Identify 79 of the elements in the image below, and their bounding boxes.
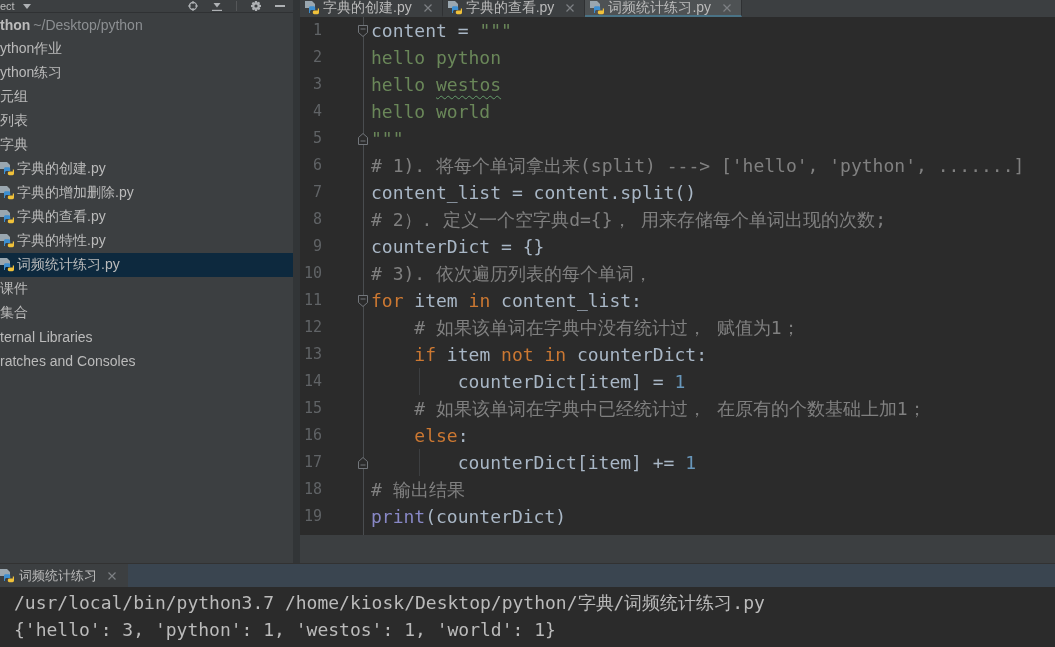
tree-item[interactable]: 课件 [0,277,30,301]
code-line: print(counterDict) [371,505,567,529]
python-file-icon [0,210,14,224]
code-line: hello westos [371,73,502,97]
run-tab[interactable]: 词频统计练习 [0,564,128,587]
line-number: 3 [311,74,322,95]
tree-item[interactable]: thon ~/Desktop/python [0,13,145,37]
close-icon[interactable] [423,3,432,12]
line-number: 1 [311,20,322,41]
code-line: hello world [371,100,491,124]
line-number: 18 [302,479,322,500]
crosshair-icon[interactable] [188,1,198,11]
tree-item[interactable]: ternal Libraries [0,325,95,349]
panel-title[interactable]: ect [0,0,15,12]
line-number: 12 [302,317,322,338]
line-number: 14 [302,371,322,392]
line-number: 4 [311,101,322,122]
editor-tab[interactable]: 词频统计练习.py [585,0,743,17]
code-line: if item not in counterDict: [414,343,707,367]
code-line: # 3). 依次遍历列表的每个单词， [371,262,653,286]
python-file-icon [590,0,605,15]
python-file-icon [0,258,14,272]
line-number: 19 [302,506,322,527]
collapse-icon[interactable] [212,1,222,11]
line-number: 2 [311,47,322,68]
python-file-icon [0,234,14,248]
code-line: # 2）. 定义一个空字典d={}， 用来存储每个单词出现的次数; [371,208,887,232]
tree-item[interactable]: 字典的特性.py [0,229,108,253]
code-line: content_list = content.split() [371,181,697,205]
code-line: counterDict[item] = 1 [457,370,686,394]
tree-item[interactable]: ython作业 [0,37,65,61]
line-number: 16 [302,425,322,446]
code-line: for item in content_list: [371,289,642,313]
code-line: counterDict = {} [371,235,545,259]
tree-item[interactable]: ython练习 [0,61,65,85]
tree-item[interactable]: 字典 [0,133,30,157]
python-file-icon [0,186,14,200]
python-file-icon [0,568,14,583]
python-file-icon [447,0,462,15]
caret-icon[interactable] [22,3,31,9]
close-icon[interactable] [108,571,116,580]
python-file-icon [305,0,319,15]
line-number: 11 [302,290,322,311]
code-line: counterDict[item] += 1 [457,451,697,475]
line-number: 5 [311,128,322,149]
console-output-line: {'hello': 3, 'python': 1, 'westos': 1, 'world': 1} [14,618,556,642]
line-number: 9 [311,236,322,257]
fold-marker-icon[interactable] [358,294,368,307]
code-line: # 如果该单词在字典中没有统计过， 赋值为1； [414,316,800,340]
line-number: 15 [302,398,322,419]
code-line: content = """ [371,19,512,43]
tree-item[interactable]: ratches and Consoles [0,349,138,373]
fold-marker-icon[interactable] [358,456,368,469]
line-number: 8 [311,209,322,230]
tree-item[interactable]: 字典的增加删除.py [0,181,136,205]
fold-marker-icon[interactable] [358,24,368,37]
tree-item[interactable]: 集合 [0,301,30,325]
tree-item[interactable]: 字典的创建.py [0,157,108,181]
close-icon[interactable] [566,3,575,12]
line-number: 10 [302,263,322,284]
python-file-icon [0,162,14,176]
line-number: 17 [302,452,322,473]
tree-item[interactable]: 列表 [0,109,30,133]
code-line: else: [414,424,469,448]
line-number: 6 [311,155,322,176]
tree-item[interactable]: 词频统计练习.py [0,253,293,277]
line-number: 13 [302,344,322,365]
settings-icon[interactable] [251,1,261,11]
code-line: hello python [371,46,502,70]
console-output-line: /usr/local/bin/python3.7 /home/kiosk/Desktop/python/字典/词频统计练习.py [14,591,765,615]
close-icon[interactable] [723,3,732,12]
code-line: # 输出结果 [371,478,465,502]
fold-marker-icon[interactable] [358,132,368,145]
code-line: # 如果该单词在字典中已经统计过， 在原有的个数基础上加1； [414,397,926,421]
code-line: # 1). 将每个单词拿出来(split) ---> ['hello', 'python', .......] [371,154,1025,178]
tree-item[interactable]: 元组 [0,85,30,109]
code-line: """ [371,127,404,151]
tree-item[interactable]: 字典的查看.py [0,205,108,229]
line-number: 7 [311,182,322,203]
